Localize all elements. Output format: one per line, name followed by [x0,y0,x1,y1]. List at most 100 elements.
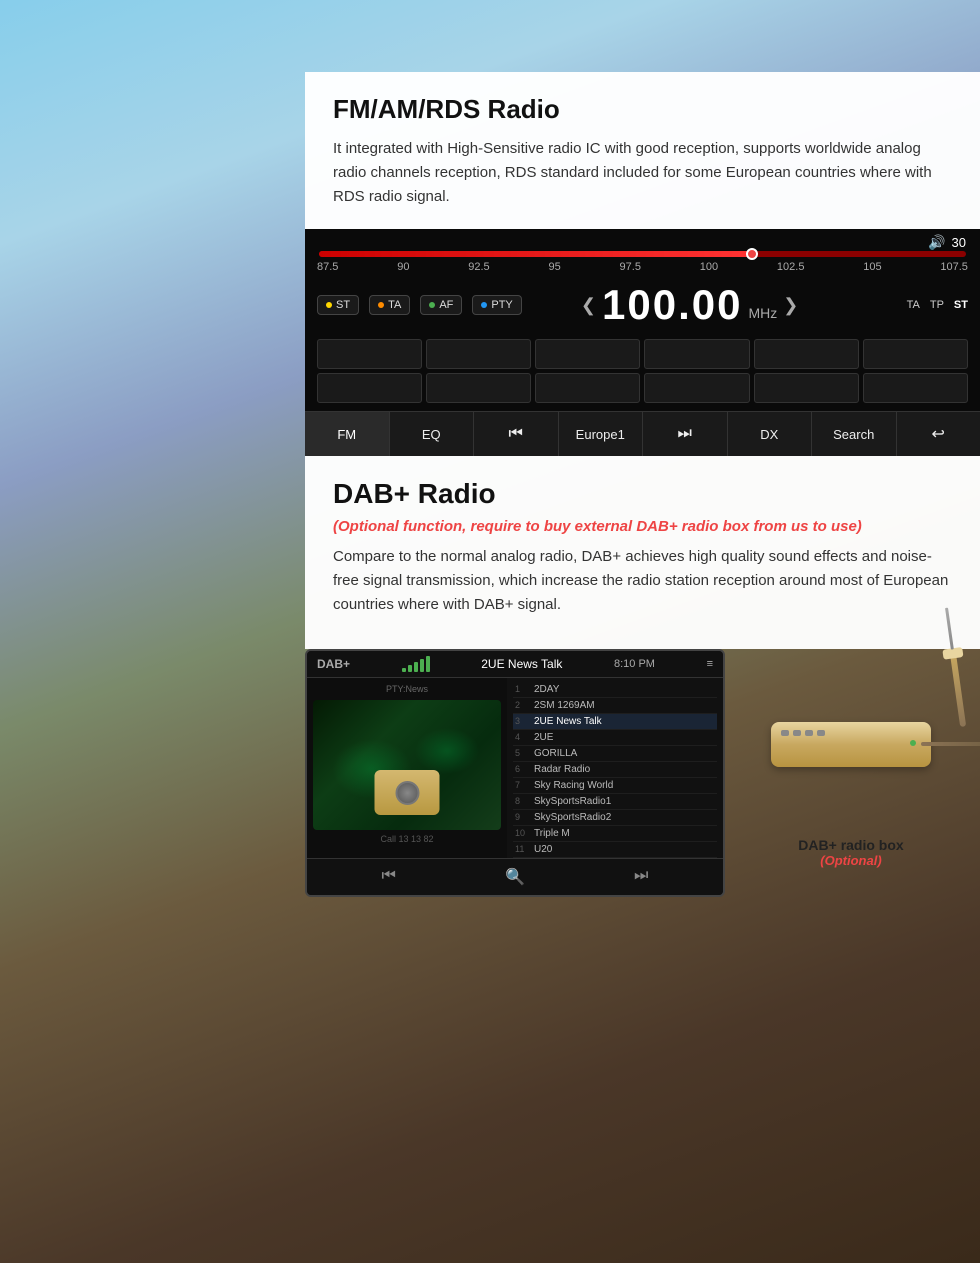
dab-station-4[interactable]: 42UE [513,730,717,746]
freq-95: 95 [548,261,560,273]
preset-4[interactable] [644,339,749,369]
radio-right-labels: TA TP ST [907,299,968,311]
af-dot [429,302,435,308]
dab-main-area: PTY:News Call 13 13 82 12DAY 22SM 1269AM [307,678,723,858]
frequency-display: 100.00 [602,281,742,329]
hw-port-1 [781,730,789,736]
dab-station-5[interactable]: 5GORILLA [513,746,717,762]
fm-button[interactable]: FM [305,412,390,456]
preset-2[interactable] [426,339,531,369]
back-button[interactable]: ↩ [897,412,980,456]
dab-station-1[interactable]: 12DAY [513,682,717,698]
dab-title: DAB+ Radio [333,478,952,510]
dab-station-3[interactable]: 32UE News Talk [513,714,717,730]
hw-body [771,722,931,767]
dab-screen-footer: ⏮ 🔍 ⏭ [307,858,723,895]
preset-5[interactable] [754,339,859,369]
pty-dot [481,302,487,308]
hw-port-4 [817,730,825,736]
dab-call-text: Call 13 13 82 [313,830,501,848]
af-button[interactable]: AF [420,295,462,315]
dab-screen-header: DAB+ 2UE News Talk 8:10 PM ≡ [307,651,723,678]
dab-hardware-box [751,659,951,829]
pty-button[interactable]: PTY [472,295,521,315]
dab-menu-icon: ≡ [707,658,713,670]
freq-92: 92.5 [468,261,489,273]
sig-bar-1 [402,668,406,672]
preset-11[interactable] [754,373,859,403]
freq-97: 97.5 [620,261,641,273]
volume-icon: 🔊 [928,234,945,251]
dx-button[interactable]: DX [728,412,813,456]
back-icon: ↩ [932,426,945,443]
prev-icon: ⏮ [509,425,523,442]
preset-12[interactable] [863,373,968,403]
ta-dot [378,302,384,308]
vis-glow-2 [412,726,482,776]
preset-6[interactable] [863,339,968,369]
freq-slider-thumb [746,248,758,260]
dab-pty: PTY:News [313,684,501,694]
fm-section: FM/AM/RDS Radio It integrated with High-… [0,72,980,229]
hw-cable [921,742,980,746]
prev-button[interactable]: ⏮ [474,412,559,456]
dab-station-header: 2UE News Talk [481,657,562,671]
preset-8[interactable] [426,373,531,403]
sig-bar-3 [414,662,418,672]
dab-time: 8:10 PM [614,658,655,670]
st-label: ST [954,299,968,311]
preset-10[interactable] [644,373,749,403]
ta-button[interactable]: TA [369,295,410,315]
preset-1[interactable] [317,339,422,369]
radio-controls-row: ST TA AF PTY ❮ 100.00 MHz ❯ TA TP ST [305,275,980,335]
preset-grid [305,335,980,407]
fm-section-desc: It integrated with High-Sensitive radio … [333,137,952,209]
freq-next-arrow[interactable]: ❯ [783,295,798,316]
freq-slider-area [305,251,980,259]
hw-port-3 [805,730,813,736]
eq-button[interactable]: EQ [390,412,475,456]
radio-screen-container: 🔊 30 87.5 90 92.5 95 97.5 100 102.5 105 [305,229,980,456]
freq-prev-arrow[interactable]: ❮ [581,295,596,316]
dab-box-label: DAB+ radio box [741,837,961,853]
dab-station-11[interactable]: 11U20 [513,842,717,858]
fm-section-title: FM/AM/RDS Radio [333,94,952,125]
hw-assembly [771,722,931,767]
dab-right-content: DAB+ Radio (Optional function, require t… [305,456,980,649]
freq-unit: MHz [748,305,777,321]
dab-box-optional-label: (Optional) [741,853,961,868]
preset-3[interactable] [535,339,640,369]
dab-station-2[interactable]: 22SM 1269AM [513,698,717,714]
dab-prev-button[interactable]: ⏮ [382,867,396,887]
dab-section: DAB+ Radio (Optional function, require t… [0,456,980,649]
dab-station-8[interactable]: 8SkySportsRadio1 [513,794,717,810]
dab-station-9[interactable]: 9SkySportsRadio2 [513,810,717,826]
sig-bar-2 [408,665,412,672]
st-button[interactable]: ST [317,295,359,315]
hw-led [910,740,916,746]
europe1-button[interactable]: Europe1 [559,412,644,456]
dab-station-6[interactable]: 6Radar Radio [513,762,717,778]
dab-radio-box-container: DAB+ radio box (Optional) [741,649,961,868]
search-button[interactable]: Search [812,412,897,456]
next-button[interactable]: ⏭ [643,412,728,456]
dab-left-space [0,456,305,649]
vis-speaker [395,781,419,805]
freq-100: 100 [700,261,718,273]
st-dot [326,302,332,308]
dab-images-row: DAB+ 2UE News Talk 8:10 PM ≡ PTY:News [305,649,980,917]
dab-next-button[interactable]: ⏭ [634,867,648,887]
dab-visualizer [313,700,501,830]
preset-9[interactable] [535,373,640,403]
frequency-nav: ❮ 100.00 MHz ❯ [581,281,798,329]
freq-87: 87.5 [317,261,338,273]
freq-90: 90 [397,261,409,273]
fm-right-content: FM/AM/RDS Radio It integrated with High-… [305,72,980,229]
volume-number: 30 [952,235,966,250]
preset-7[interactable] [317,373,422,403]
freq-102: 102.5 [777,261,805,273]
dab-optional-note: (Optional function, require to buy exter… [333,518,952,535]
dab-search-button[interactable]: 🔍 [505,867,525,887]
dab-station-7[interactable]: 7Sky Racing World [513,778,717,794]
dab-station-10[interactable]: 10Triple M [513,826,717,842]
